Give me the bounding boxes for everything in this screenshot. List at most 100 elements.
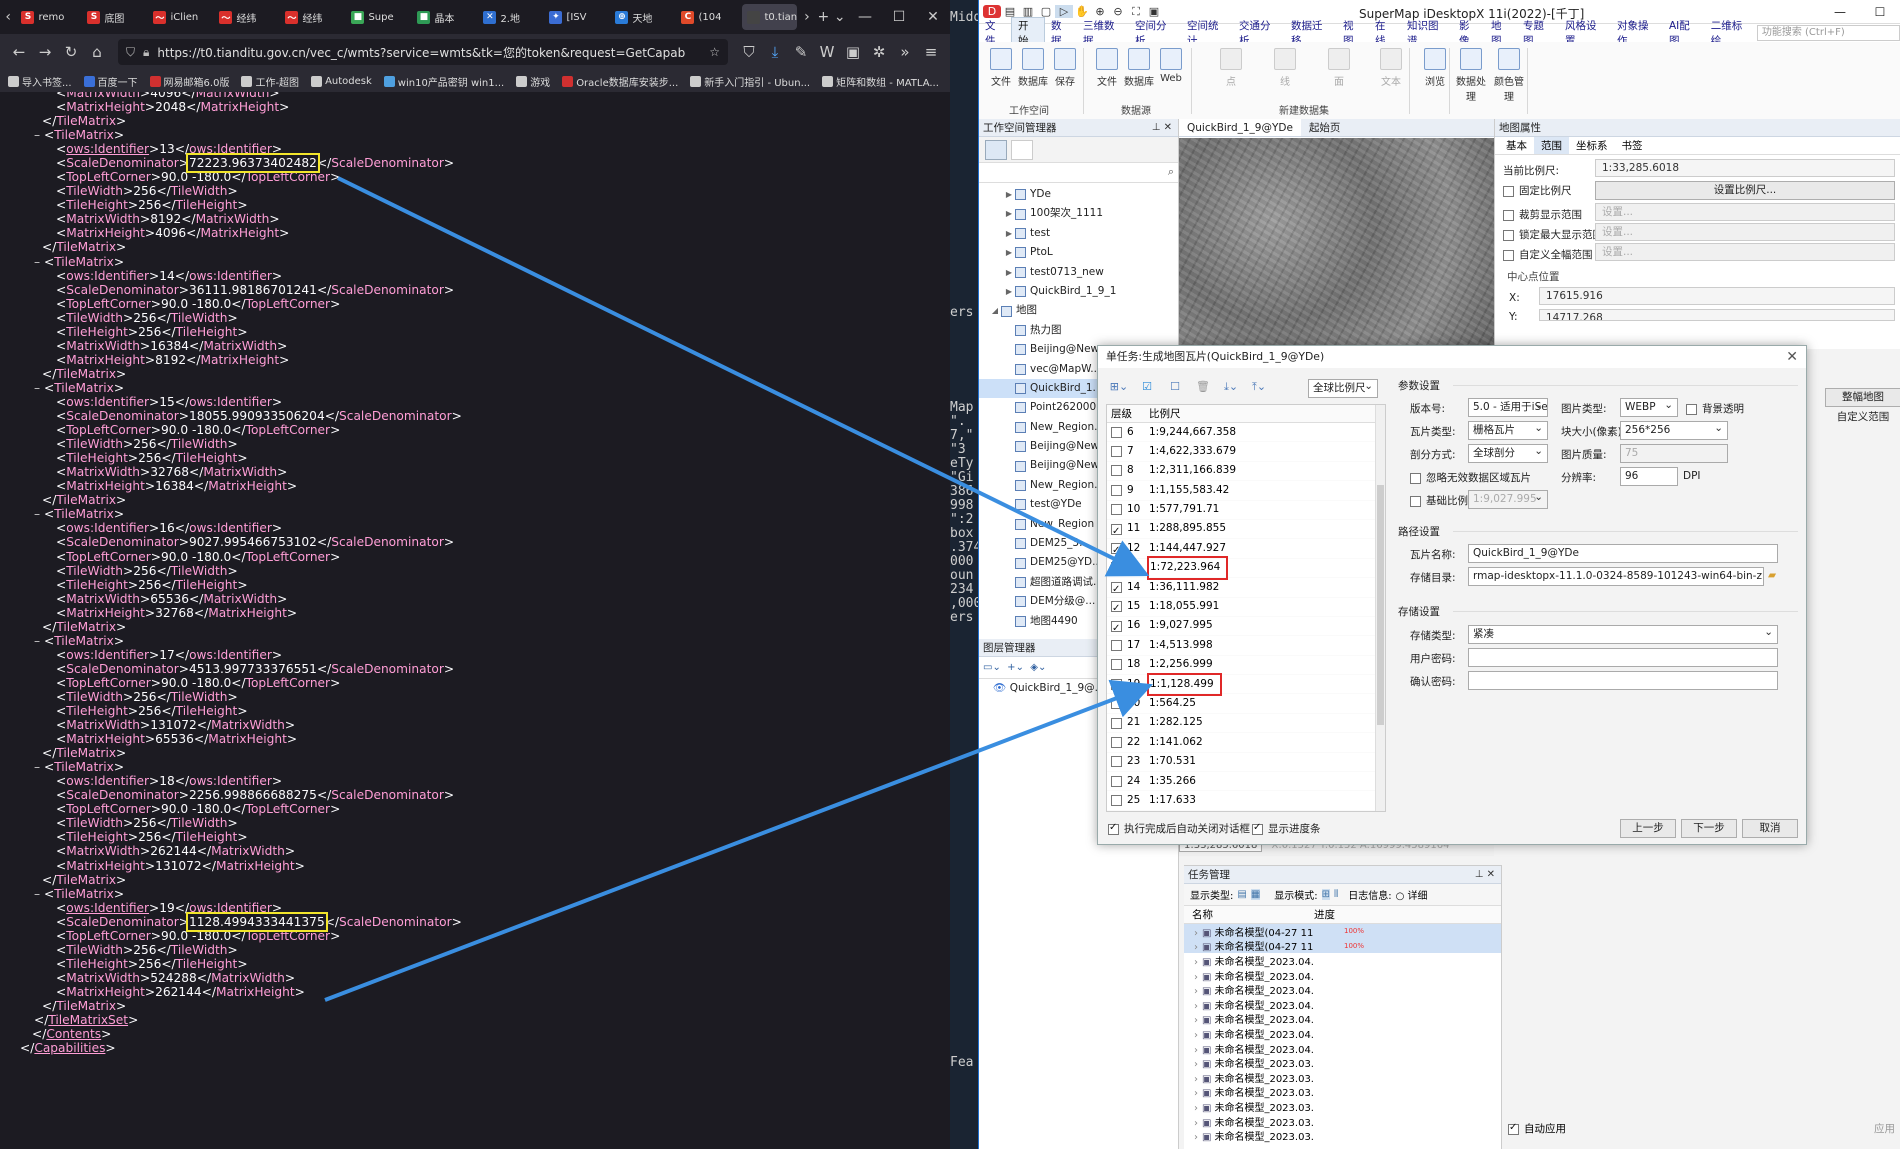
tree-item[interactable]: ◢ 地图 <box>979 301 1178 320</box>
collapse-toggle[interactable]: – <box>34 381 44 395</box>
pan-icon[interactable]: ✋ <box>1073 5 1091 18</box>
collapse-toggle[interactable]: – <box>34 507 44 521</box>
browser-tab[interactable]: 〜经纬 <box>280 4 344 30</box>
menu-icon[interactable]: ≡ <box>918 43 944 61</box>
custom-setting-field[interactable]: 设置... <box>1595 243 1895 261</box>
expand-arrow-icon[interactable]: › <box>1194 1059 1198 1070</box>
bookmark-item[interactable]: 导入书签... <box>8 74 72 89</box>
level-row[interactable]: 7 1:4,622,333.679 <box>1107 442 1385 462</box>
task-row[interactable]: ›▣未命名模型_2023.04.18 <box>1184 1041 1501 1056</box>
ribbon-button[interactable]: Web <box>1155 48 1187 84</box>
version-select[interactable]: 5.0 - 适用于iSe... <box>1468 398 1548 417</box>
level-checkbox[interactable] <box>1111 465 1122 477</box>
level-checkbox[interactable] <box>1111 619 1122 638</box>
expand-arrow-icon[interactable]: › <box>1194 1103 1198 1114</box>
expand-arrow-icon[interactable]: ▶ <box>1003 243 1015 262</box>
property-tab[interactable]: 坐标系 <box>1569 137 1615 154</box>
browser-tab[interactable]: ⊕ 天地 <box>610 4 674 30</box>
close-icon[interactable]: ✕ <box>1786 346 1798 368</box>
custom-range-button[interactable]: 自定义范围 <box>1825 409 1900 428</box>
expand-arrow-icon[interactable]: › <box>1194 1088 1198 1099</box>
current-scale-field[interactable]: 1:33,285.6018 <box>1595 159 1895 177</box>
browser-tab[interactable]: ■ Supe <box>346 4 410 30</box>
ribbon-button[interactable]: 文件 <box>985 48 1017 88</box>
task-row[interactable]: ›▣未命名模型_2023.04.18 <box>1184 997 1501 1012</box>
level-checkbox[interactable] <box>1111 446 1122 458</box>
zoom-out-icon[interactable]: ⊖ <box>1109 5 1127 18</box>
browser-tab[interactable]: Sremo <box>16 4 80 30</box>
img-type-select[interactable]: WEBP <box>1620 398 1678 417</box>
level-checkbox[interactable] <box>1111 541 1122 560</box>
new-tab-icon[interactable]: + <box>815 9 831 25</box>
bookmark-item[interactable]: 游戏 <box>516 74 550 89</box>
expand-arrow-icon[interactable]: › <box>1194 986 1198 997</box>
expand-arrow-icon[interactable]: › <box>1194 1030 1198 1041</box>
collapse-toggle[interactable]: – <box>34 887 44 901</box>
workspace-search-input[interactable]: ⌕ <box>979 163 1178 183</box>
bookmark-item[interactable]: 矩阵和数组 - MATLA... <box>822 74 939 89</box>
task-row[interactable]: ›▣未命名模型_2023.03.28 <box>1184 1114 1501 1129</box>
task-row[interactable]: ›▣未命名模型_2023.03.28 <box>1184 1099 1501 1114</box>
pin-icon[interactable]: ⊥ ✕ <box>1475 866 1495 884</box>
expand-arrow-icon[interactable]: › <box>1194 928 1198 939</box>
task-row[interactable]: ›▣未命名模型_2023.03.28 <box>1184 1128 1501 1143</box>
level-checkbox[interactable] <box>1111 522 1122 541</box>
level-checkbox[interactable] <box>1111 640 1122 651</box>
forward-icon[interactable]: → <box>32 43 58 61</box>
show-progress-option[interactable]: 显示进度条 <box>1252 821 1321 836</box>
feature-search-input[interactable]: 功能搜索 (Ctrl+F) <box>1756 25 1900 41</box>
full-extent-icon[interactable]: ⛶ <box>1127 5 1145 19</box>
workspace-tool-2-icon[interactable] <box>1011 139 1033 160</box>
import-icon[interactable]: ⤓⌄ <box>1220 380 1242 398</box>
split-select[interactable]: 全球剖分 <box>1468 444 1548 463</box>
ribbon-button[interactable]: 数据库 <box>1017 48 1049 88</box>
map-tab[interactable]: 起始页 <box>1301 119 1349 136</box>
lock-setting-field[interactable]: 设置... <box>1595 223 1895 241</box>
store-type-select[interactable]: 紧凑 <box>1468 625 1778 644</box>
custom-full-option[interactable]: 自定义全幅范围 <box>1503 247 1593 262</box>
folder-icon[interactable]: ▰ <box>1768 569 1776 581</box>
satellite-image[interactable] <box>1179 138 1494 345</box>
level-row[interactable]: 21 1:282.125 <box>1107 714 1385 734</box>
auto-close-option[interactable]: 执行完成后自动关闭对话框 <box>1108 821 1250 836</box>
base-scale-select[interactable]: 1:9,027.995 <box>1468 490 1548 509</box>
tile-view-icon[interactable]: ⊞ <box>1321 889 1331 900</box>
tab-scroll-left-icon[interactable]: ‹ <box>0 9 16 25</box>
workspace-tool-icon[interactable] <box>985 139 1007 160</box>
home-icon[interactable]: ⌂ <box>84 43 110 61</box>
level-checkbox[interactable] <box>1111 756 1122 768</box>
detail-radio[interactable]: ○ 详细 <box>1396 887 1428 902</box>
bookmark-item[interactable]: 百度一下 <box>83 74 138 89</box>
maximize-icon[interactable]: ☐ <box>882 9 916 25</box>
lock-icon[interactable]: 🔒︎ <box>143 45 149 60</box>
bookmark-item[interactable]: Autodesk <box>311 75 372 87</box>
expand-arrow-icon[interactable]: › <box>1194 1118 1198 1129</box>
property-tab[interactable]: 基本 <box>1499 137 1534 154</box>
clip-setting-field[interactable]: 设置... <box>1595 203 1895 221</box>
level-checkbox[interactable] <box>1111 698 1122 710</box>
expand-arrow-icon[interactable]: › <box>1194 1045 1198 1056</box>
level-row[interactable]: 14 1:36,111.982 <box>1107 578 1385 599</box>
select-all-icon[interactable]: ☑ <box>1136 380 1158 398</box>
clip-extent-option[interactable]: 裁剪显示范围 <box>1503 207 1582 222</box>
task-row[interactable]: ›▣未命名模型_2023.04.18 <box>1184 1026 1501 1041</box>
tree-item[interactable]: ▶ test0713_new <box>979 263 1178 282</box>
center-x-field[interactable]: 17615.916 <box>1539 287 1895 305</box>
eye-icon[interactable]: 👁︎ <box>993 682 1006 694</box>
block-size-select[interactable]: 256*256 <box>1620 421 1728 440</box>
level-row[interactable]: 25 1:17.633 <box>1107 791 1385 811</box>
expand-arrow-icon[interactable]: › <box>1194 942 1198 953</box>
full-map-button[interactable]: 整幅地图 <box>1825 388 1900 407</box>
expand-arrow-icon[interactable]: › <box>1194 1074 1198 1085</box>
minimize-icon[interactable]: — <box>1820 0 1860 24</box>
maximize-icon[interactable]: ☐ <box>1860 0 1900 24</box>
ribbon-button[interactable]: 颜色管理 <box>1493 48 1525 103</box>
task-row[interactable]: ›▣未命名模型_2023.04.18 <box>1184 982 1501 997</box>
store-dir-field[interactable]: rmap-idesktopx-11.1.0-0324-8589-101243-w… <box>1468 567 1764 586</box>
prev-button[interactable]: 上一步 <box>1620 819 1676 838</box>
extension-green-icon[interactable]: ▣ <box>840 43 866 61</box>
tab-active[interactable]: t0.tian ✕ <box>742 4 797 30</box>
level-checkbox[interactable] <box>1111 795 1122 807</box>
expand-arrow-icon[interactable]: › <box>1194 1132 1198 1143</box>
quality-stepper[interactable]: 75 <box>1620 444 1728 463</box>
